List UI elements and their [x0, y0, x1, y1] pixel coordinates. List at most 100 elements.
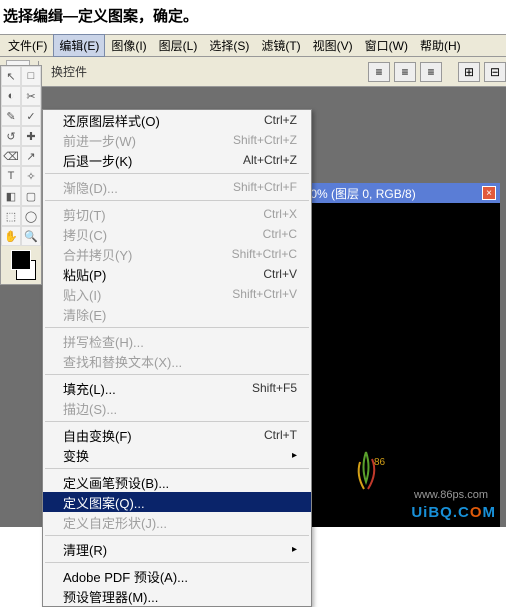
document-title: 100% (图层 0, RGB/8) [297, 185, 416, 202]
menu-item[interactable]: 定义画笔预设(B)... [43, 472, 311, 492]
menu-item: 查找和替换文本(X)... [43, 351, 311, 371]
align-btn-1[interactable]: ≡ [368, 62, 390, 82]
menu-item[interactable]: 填充(L)...Shift+F5 [43, 378, 311, 398]
menu-item-shortcut: Ctrl+C [263, 227, 297, 241]
menu-item-shortcut: Ctrl+T [264, 428, 297, 442]
tool-path[interactable]: ▢ [21, 186, 41, 206]
menu-item-label: 清理(R) [63, 540, 286, 559]
menu-item-label: 填充(L)... [63, 379, 252, 398]
menu-item[interactable]: 预设管理器(M)... [43, 586, 311, 606]
svg-text:86: 86 [374, 457, 386, 468]
menu-bar: 文件(F) 编辑(E) 图像(I) 图层(L) 选择(S) 滤镜(T) 视图(V… [0, 35, 506, 57]
menu-item: 剪切(T)Ctrl+X [43, 204, 311, 224]
tool-pen[interactable]: ✧ [21, 166, 41, 186]
instruction-text: 选择编缉—定义图案，确定。 [0, 0, 506, 34]
menu-item-label: 还原图层样式(O) [63, 111, 264, 130]
menu-item-label: 拷贝(C) [63, 225, 263, 244]
menu-help[interactable]: 帮助(H) [414, 34, 467, 57]
separator [45, 535, 309, 536]
separator [45, 374, 309, 375]
tool-crop[interactable]: ✂ [21, 86, 41, 106]
workspace: ↖ □ ◐ ✂ ✎ ✓ ↺ ✚ ⌫ ↗ T ✧ ◧ ▢ ⬚ ◯ ✋ 🔍 还原图层… [0, 87, 506, 527]
options-bar: ✥ 换控件 ≡ ≡ ≡ ⊞ ⊟ [0, 57, 506, 87]
menu-item-label: 渐隐(D)... [63, 178, 233, 197]
menu-item-label: 剪切(T) [63, 205, 263, 224]
tool-eraser[interactable]: ⌫ [1, 146, 21, 166]
tool-shape[interactable]: ◧ [1, 186, 21, 206]
tool-lasso[interactable]: ◐ [1, 86, 21, 106]
menu-window[interactable]: 窗口(W) [359, 34, 414, 57]
tool-history[interactable]: ✚ [21, 126, 41, 146]
tool-marquee[interactable]: □ [21, 66, 41, 86]
menu-view[interactable]: 视图(V) [307, 34, 359, 57]
menu-layer[interactable]: 图层(L) [153, 34, 204, 57]
tool-gradient[interactable]: ↗ [21, 146, 41, 166]
align-btn-2[interactable]: ≡ [394, 62, 416, 82]
menu-image[interactable]: 图像(I) [105, 34, 152, 57]
tool-hand[interactable]: ✋ [1, 226, 21, 246]
menu-item[interactable]: 粘贴(P)Ctrl+V [43, 264, 311, 284]
menu-item: 拷贝(C)Ctrl+C [43, 224, 311, 244]
tool-type[interactable]: T [1, 166, 21, 186]
watermark-url: www.86ps.com [414, 489, 488, 501]
canvas[interactable] [291, 203, 499, 527]
edit-menu-dropdown: 还原图层样式(O)Ctrl+Z前进一步(W)Shift+Ctrl+Z后退一步(K… [42, 109, 312, 607]
menu-item-label: 前进一步(W) [63, 131, 233, 150]
menu-item: 描边(S)... [43, 398, 311, 418]
menu-item[interactable]: 还原图层样式(O)Ctrl+Z [43, 110, 311, 130]
brand-post: M [483, 504, 497, 521]
brand-o: O [470, 504, 483, 521]
separator [45, 468, 309, 469]
menu-item[interactable]: 变换 [43, 445, 311, 465]
separator [45, 173, 309, 174]
menu-item-label: 查找和替换文本(X)... [63, 352, 297, 371]
tool-move[interactable]: ↖ [1, 66, 21, 86]
menu-item: 前进一步(W)Shift+Ctrl+Z [43, 130, 311, 150]
menu-edit[interactable]: 编辑(E) [53, 34, 105, 57]
color-swatches[interactable] [1, 246, 41, 284]
menu-item-label: 粘贴(P) [63, 265, 263, 284]
foreground-swatch[interactable] [11, 250, 31, 270]
tool-zoom[interactable]: 🔍 [21, 226, 41, 246]
align-btn-4[interactable]: ⊞ [458, 62, 480, 82]
separator [45, 200, 309, 201]
toolbox: ↖ □ ◐ ✂ ✎ ✓ ↺ ✚ ⌫ ↗ T ✧ ◧ ▢ ⬚ ◯ ✋ 🔍 [0, 65, 42, 285]
menu-item: 贴入(I)Shift+Ctrl+V [43, 284, 311, 304]
menu-file[interactable]: 文件(F) [2, 34, 53, 57]
menu-item-label: 贴入(I) [63, 285, 232, 304]
menu-item-shortcut: Shift+Ctrl+Z [233, 133, 297, 147]
menu-item-label: 拼写检查(H)... [63, 332, 297, 351]
menu-item-shortcut: Shift+Ctrl+C [232, 247, 297, 261]
menu-item-shortcut: Alt+Ctrl+Z [243, 153, 297, 167]
menu-item: 清除(E) [43, 304, 311, 324]
menu-item[interactable]: 自由变换(F)Ctrl+T [43, 425, 311, 445]
app-window: 文件(F) 编辑(E) 图像(I) 图层(L) 选择(S) 滤镜(T) 视图(V… [0, 34, 506, 527]
menu-select[interactable]: 选择(S) [203, 34, 255, 57]
menu-item: 合并拷贝(Y)Shift+Ctrl+C [43, 244, 311, 264]
menu-item-shortcut: Ctrl+V [263, 267, 297, 281]
options-label: 换控件 [47, 63, 91, 80]
menu-item-label: 后退一步(K) [63, 151, 243, 170]
menu-item[interactable]: 定义图案(Q)... [43, 492, 311, 512]
tool-brush[interactable]: ✎ [1, 106, 21, 126]
menu-item[interactable]: 后退一步(K)Alt+Ctrl+Z [43, 150, 311, 170]
menu-item[interactable]: Adobe PDF 预设(A)... [43, 566, 311, 586]
separator [45, 327, 309, 328]
separator [45, 421, 309, 422]
menu-item-label: 描边(S)... [63, 399, 297, 418]
document-window[interactable]: 100% (图层 0, RGB/8) × [290, 183, 500, 527]
menu-item-shortcut: Shift+F5 [252, 381, 297, 395]
tool-clone[interactable]: ↺ [1, 126, 21, 146]
menu-item[interactable]: 清理(R) [43, 539, 311, 559]
tool-eyedrop[interactable]: ◯ [21, 206, 41, 226]
menu-filter[interactable]: 滤镜(T) [255, 34, 306, 57]
align-btn-5[interactable]: ⊟ [484, 62, 506, 82]
close-icon[interactable]: × [482, 186, 496, 200]
tool-heal[interactable]: ✓ [21, 106, 41, 126]
tool-notes[interactable]: ⬚ [1, 206, 21, 226]
watermark-brand: UiBQ.COM [411, 504, 496, 521]
flame-logo: 86 [346, 447, 386, 497]
menu-item: 拼写检查(H)... [43, 331, 311, 351]
menu-item-label: 清除(E) [63, 305, 297, 324]
align-btn-3[interactable]: ≡ [420, 62, 442, 82]
